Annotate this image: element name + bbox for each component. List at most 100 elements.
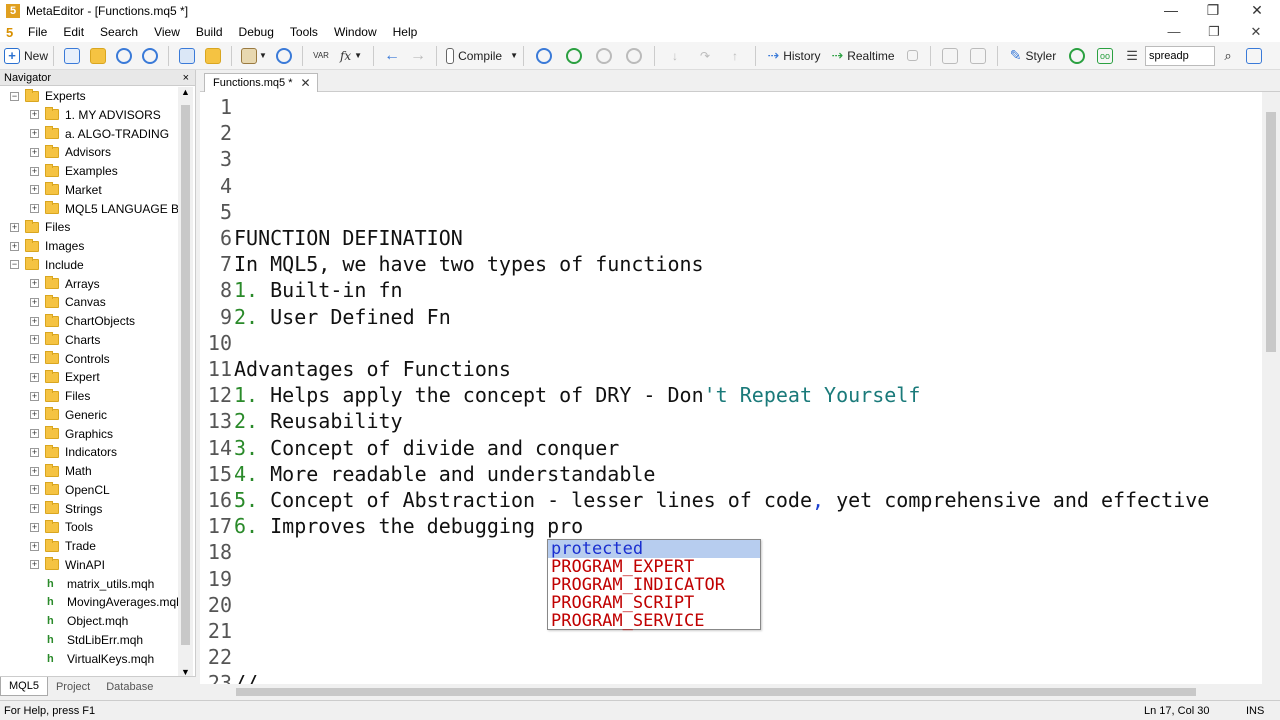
stop-profiling-button[interactable] — [899, 44, 925, 68]
nav-folder-item[interactable]: + MQL5 LANGUAGE BAS — [30, 200, 178, 218]
menu-search[interactable]: Search — [92, 22, 146, 42]
copy-button[interactable] — [936, 44, 964, 68]
editor-vscroll-thumb[interactable] — [1266, 112, 1276, 352]
code-line[interactable]: 8 1. Built-in fn — [200, 277, 403, 303]
nav-folder-item[interactable]: + a. ALGO-TRADING — [30, 125, 169, 143]
nav-folder-item[interactable]: + Graphics — [30, 425, 113, 443]
code-line[interactable]: 4 — [200, 173, 234, 199]
find-in-files-button[interactable] — [964, 44, 992, 68]
menu-build[interactable]: Build — [188, 22, 231, 42]
step-over-button[interactable]: ↷ — [690, 44, 720, 68]
compile-button[interactable]: Compile ▼ — [442, 44, 518, 68]
editor-hscroll-thumb[interactable] — [236, 688, 1196, 696]
nav-folder-item[interactable]: + Files — [30, 387, 90, 405]
tab-functions-mq5[interactable]: Functions.mq5 * ✕ — [204, 73, 318, 92]
nav-file-item[interactable]: h VirtualKeys.mqh — [30, 650, 154, 668]
autocomplete-item[interactable]: PROGRAM_EXPERT — [548, 558, 760, 576]
code-line[interactable]: 3 — [200, 146, 234, 172]
nav-folder-item[interactable]: + Expert — [30, 368, 100, 386]
open-mql5-site-button[interactable] — [1241, 44, 1267, 68]
nav-folder-item[interactable]: + Strings — [30, 500, 102, 518]
code-line[interactable]: 19 — [200, 566, 234, 592]
nav-folder-item[interactable]: + OpenCL — [30, 481, 110, 499]
code-line[interactable]: 20 — [200, 592, 234, 618]
nav-folder-item[interactable]: + Advisors — [30, 143, 111, 161]
menu-view[interactable]: View — [146, 22, 188, 42]
navigator-toggle-button[interactable] — [200, 44, 226, 68]
tab-close-icon[interactable]: ✕ — [300, 74, 310, 92]
toolbox-button[interactable] — [174, 44, 200, 68]
code-line[interactable]: 11 Advantages of Functions — [200, 356, 511, 382]
pause-debug-button[interactable] — [589, 44, 619, 68]
mdi-minimize-button[interactable]: — — [1154, 22, 1194, 42]
expand-icon[interactable]: + — [30, 541, 39, 551]
nav-folder-item[interactable]: + Tools — [30, 518, 93, 536]
navigator-scrollbar[interactable]: ▲ ▼ — [178, 87, 193, 677]
expand-icon[interactable]: + — [30, 297, 39, 307]
code-line[interactable]: 16 5. Concept of Abstraction - lesser lin… — [200, 487, 1209, 513]
nav-file-item[interactable]: h Object.mqh — [30, 612, 128, 630]
expand-icon[interactable]: + — [10, 222, 19, 232]
mql5-cloud-button[interactable] — [1063, 44, 1091, 68]
autocomplete-item[interactable]: protected — [548, 540, 760, 558]
menu-window[interactable]: Window — [326, 22, 385, 42]
navigator-close-icon[interactable]: × — [183, 70, 189, 86]
code-line[interactable]: 6 FUNCTION DEFINATION — [200, 225, 463, 251]
expand-icon[interactable]: + — [30, 485, 39, 495]
code-line[interactable]: 21 — [200, 618, 234, 644]
mdi-close-button[interactable]: ✕ — [1236, 22, 1276, 42]
forward-button[interactable]: → — [405, 44, 431, 68]
nav-folder-item[interactable]: + Trade — [30, 537, 96, 555]
autocomplete-item[interactable]: PROGRAM_SCRIPT — [548, 594, 760, 612]
collapse-icon[interactable]: − — [10, 91, 19, 101]
search-button[interactable]: ⌕ — [1215, 44, 1241, 68]
open-button[interactable] — [85, 44, 111, 68]
navtab-mql5[interactable]: MQL5 — [0, 677, 48, 696]
nav-folder-item[interactable]: + WinAPI — [30, 556, 105, 574]
stop-debug-button[interactable] — [619, 44, 649, 68]
expand-icon[interactable]: + — [30, 410, 39, 420]
nav-folder-item[interactable]: + Charts — [30, 331, 100, 349]
navigator-scroll-thumb[interactable] — [181, 105, 190, 645]
maximize-button[interactable]: ❐ — [1190, 0, 1236, 22]
download-button[interactable] — [111, 44, 137, 68]
expand-icon[interactable]: + — [30, 335, 39, 345]
expand-icon[interactable]: + — [10, 241, 19, 251]
nav-folder-item[interactable]: + Canvas — [30, 293, 106, 311]
code-line[interactable]: 22 — [200, 644, 234, 670]
search-input[interactable]: spreadp — [1145, 45, 1216, 66]
nav-folder-item[interactable]: + Arrays — [30, 275, 100, 293]
expand-icon[interactable]: + — [30, 391, 39, 401]
code-line[interactable]: 23// — [200, 670, 258, 684]
navtab-project[interactable]: Project — [48, 678, 98, 696]
expand-icon[interactable]: + — [30, 466, 39, 476]
back-button[interactable]: ← — [379, 44, 405, 68]
step-into-button[interactable]: ↓ — [660, 44, 690, 68]
nav-folder-item[interactable]: + Images — [10, 237, 84, 255]
editor-horizontal-scrollbar[interactable] — [200, 684, 1262, 700]
expand-icon[interactable]: + — [30, 204, 39, 213]
code-line[interactable]: 12 1. Helps apply the concept of DRY - Do… — [200, 382, 920, 408]
nav-file-item[interactable]: h matrix_utils.mqh — [30, 575, 154, 593]
expand-icon[interactable]: + — [30, 129, 39, 138]
collapse-icon[interactable]: − — [10, 260, 19, 270]
expand-icon[interactable]: + — [30, 560, 39, 570]
navtab-database[interactable]: Database — [98, 678, 161, 696]
code-line[interactable]: 10 — [200, 330, 234, 356]
nav-folder-item[interactable]: + Math — [30, 462, 92, 480]
expand-icon[interactable]: + — [30, 185, 39, 195]
menu-edit[interactable]: Edit — [55, 22, 92, 42]
edit-document-button[interactable] — [59, 44, 85, 68]
scroll-up-icon[interactable]: ▲ — [181, 87, 190, 97]
nav-folder-item[interactable]: − Experts — [10, 87, 86, 105]
code-line[interactable]: 17 6. Improves the debugging pro — [200, 513, 583, 539]
nav-folder-item[interactable]: + ChartObjects — [30, 312, 135, 330]
code-line[interactable]: 7 In MQL5, we have two types of functions — [200, 251, 704, 277]
market-button[interactable] — [271, 44, 297, 68]
insert-variable-button[interactable]: VAR — [308, 44, 334, 68]
code-line[interactable]: 5 — [200, 199, 234, 225]
realtime-button[interactable]: ⇢ Realtime — [827, 44, 899, 68]
expand-icon[interactable]: + — [30, 316, 39, 326]
expand-icon[interactable]: + — [30, 166, 39, 176]
nav-folder-item[interactable]: − Include — [10, 256, 84, 274]
